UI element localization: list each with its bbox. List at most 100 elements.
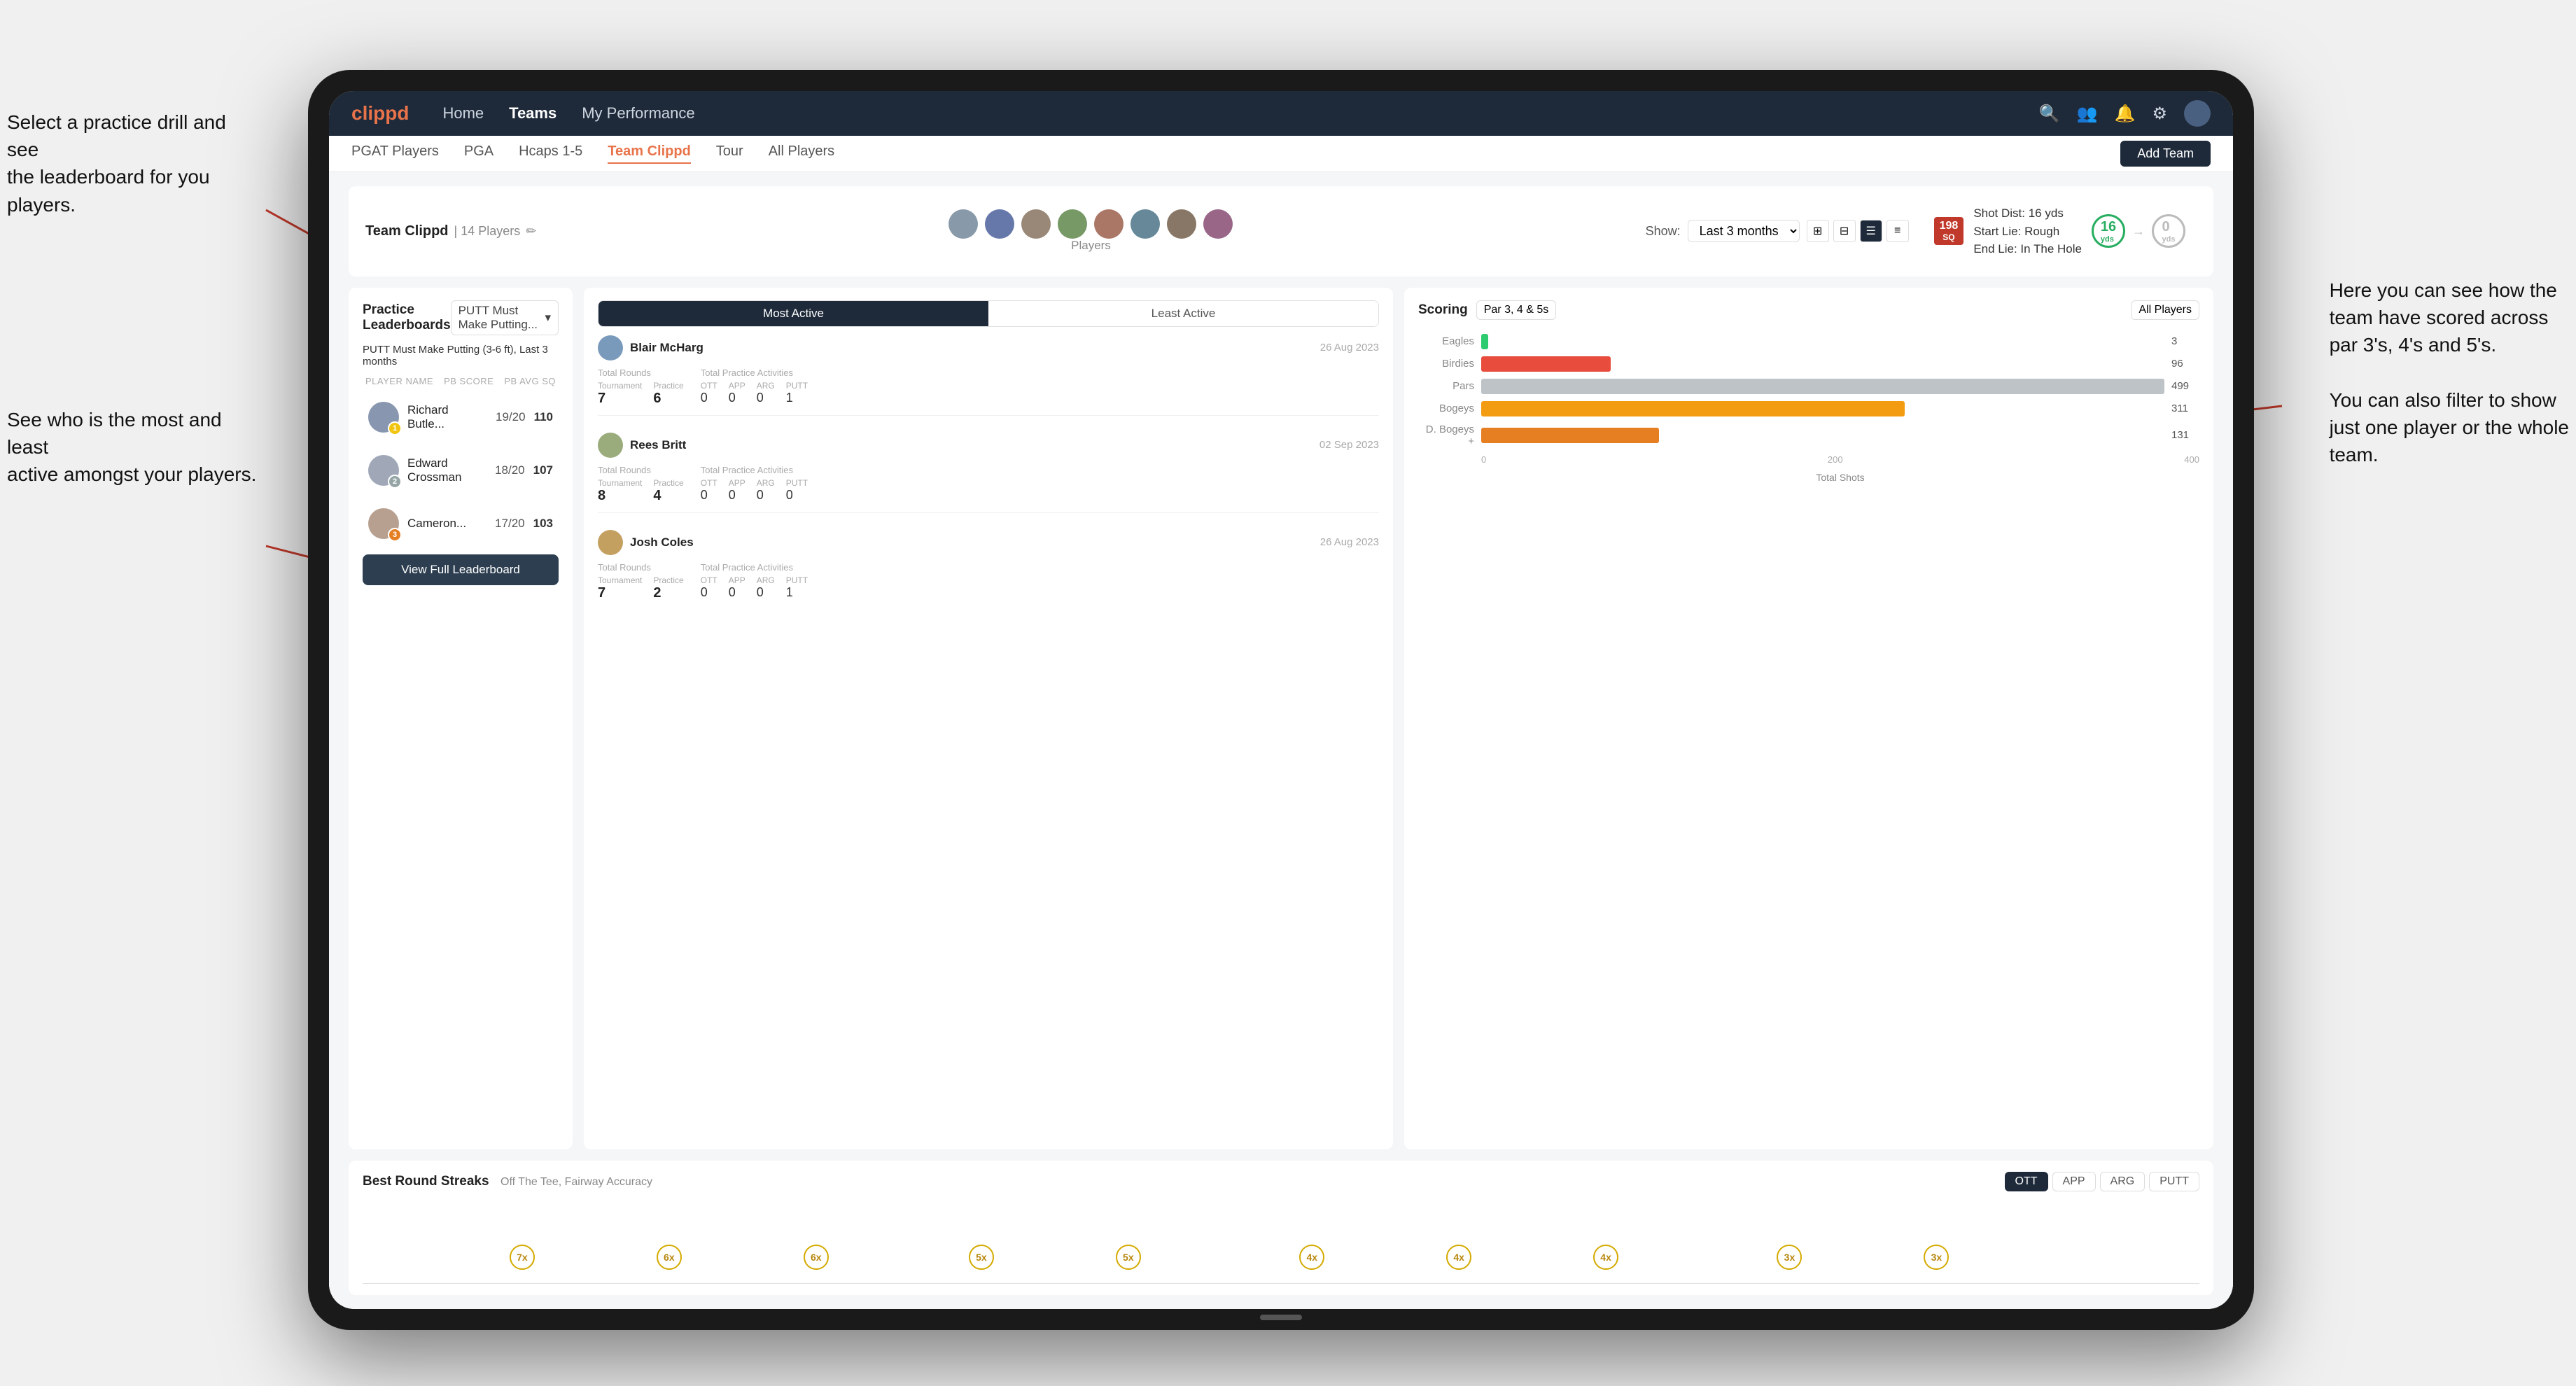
streak-chart-content: 7x 6x 6x 5x [363, 1200, 2199, 1270]
lb-player-1[interactable]: 1 Richard Butle... 19/20 110 [363, 395, 559, 440]
player-filter[interactable]: All Players [2131, 300, 2199, 320]
team-title: Team Clippd [365, 223, 449, 239]
streak-dot-circle-5: 5x [1116, 1245, 1141, 1270]
annotation-scoring: Here you can see how theteam have scored… [2330, 276, 2569, 468]
streak-dot-4[interactable]: 5x [969, 1245, 994, 1270]
search-icon[interactable]: 🔍 [2039, 104, 2060, 124]
ott-val-2: 0 [701, 488, 718, 503]
streak-dot-3[interactable]: 6x [804, 1245, 829, 1270]
drill-dropdown[interactable]: PUTT Must Make Putting... ▾ [451, 300, 559, 335]
streak-dot-circle-1: 7x [510, 1245, 535, 1270]
streak-dot-2[interactable]: 6x [657, 1245, 682, 1270]
sub-nav-all-players[interactable]: All Players [769, 144, 834, 164]
nav-my-performance[interactable]: My Performance [582, 104, 694, 122]
nav-home[interactable]: Home [442, 104, 484, 122]
ap-stats-2: Total Rounds Tournament 8 Practice 4 [598, 465, 1379, 504]
ap-stats-3: Total Rounds Tournament 7 Practice 2 [598, 562, 1379, 601]
view-grid-large[interactable]: ⊞ [1807, 220, 1829, 242]
activity-card: Most Active Least Active Blair McHarg 26… [584, 288, 1393, 1150]
tab-most-active[interactable]: Most Active [598, 301, 988, 326]
nav-teams[interactable]: Teams [509, 104, 556, 122]
annotation-practice-drill: Select a practice drill and seethe leade… [7, 108, 259, 218]
view-other[interactable]: ≡ [1886, 220, 1909, 242]
ap-stats-1: Total Rounds Tournament 7 Practice 6 [598, 368, 1379, 407]
player-avatar-1[interactable] [948, 209, 978, 239]
streak-dot-1[interactable]: 7x [510, 1245, 535, 1270]
ap-header-2: Rees Britt 02 Sep 2023 [598, 433, 1379, 458]
lb-avg-1: 110 [534, 410, 553, 424]
shot-circle-end: 0 yds [2152, 214, 2185, 248]
bogeys-bar [1481, 401, 1905, 416]
birdies-label: Birdies [1418, 358, 1474, 370]
add-team-button[interactable]: Add Team [2120, 141, 2211, 167]
sub-nav-tour[interactable]: Tour [716, 144, 743, 164]
tablet-home-button[interactable] [1260, 1315, 1302, 1320]
player-avatar-4[interactable] [1058, 209, 1087, 239]
score-axis: 0 200 400 [1418, 454, 2199, 465]
lb-score-3: 17/20 [495, 517, 525, 531]
settings-icon[interactable]: ⚙ [2152, 104, 2167, 124]
streak-dot-9[interactable]: 3x [1777, 1245, 1802, 1270]
ott-group-1: OTT 0 [701, 381, 718, 405]
streak-dot-circle-3: 6x [804, 1245, 829, 1270]
dbogeys-bar-container [1481, 428, 2164, 443]
ap-header-3: Josh Coles 26 Aug 2023 [598, 530, 1379, 555]
user-avatar[interactable] [2184, 100, 2211, 127]
view-list[interactable]: ☰ [1860, 220, 1882, 242]
view-grid-small[interactable]: ⊟ [1833, 220, 1856, 242]
bogeys-label: Bogeys [1418, 402, 1474, 414]
streak-dot-10[interactable]: 3x [1924, 1245, 1949, 1270]
edit-icon[interactable]: ✏ [526, 224, 536, 239]
putt-val-3: 1 [786, 585, 808, 600]
player-avatars [948, 209, 1233, 239]
total-rounds-group: Total Rounds Tournament 7 Practice 6 [598, 368, 684, 407]
score-row-dbogeys: D. Bogeys + 131 [1418, 424, 2199, 447]
tournament-val-2: 8 [598, 488, 642, 504]
app-group-1: APP 0 [729, 381, 746, 405]
player-avatar-8[interactable] [1203, 209, 1233, 239]
total-rounds-values: Tournament 7 Practice 6 [598, 381, 684, 407]
top-nav: clippd Home Teams My Performance 🔍 👥 🔔 ⚙ [329, 91, 2233, 136]
streak-subtitle: Off The Tee, Fairway Accuracy [500, 1176, 652, 1188]
sub-nav-pga[interactable]: PGA [464, 144, 493, 164]
ap-name-3: Josh Coles [630, 536, 694, 550]
people-icon[interactable]: 👥 [2077, 104, 2098, 124]
bell-icon[interactable]: 🔔 [2115, 104, 2136, 124]
sub-nav-hcaps[interactable]: Hcaps 1-5 [519, 144, 582, 164]
sub-nav-team-clippd[interactable]: Team Clippd [608, 144, 691, 164]
player-avatar-7[interactable] [1167, 209, 1196, 239]
arg-group-1: ARG 0 [757, 381, 775, 405]
lb-player-3[interactable]: 3 Cameron... 17/20 103 [363, 501, 559, 546]
streak-filters: OTT APP ARG PUTT [2005, 1172, 2199, 1191]
streak-filter-arg[interactable]: ARG [2100, 1172, 2146, 1191]
lb-avatar-1: 1 [368, 402, 399, 433]
eagles-value: 3 [2171, 335, 2199, 347]
tab-least-active[interactable]: Least Active [988, 301, 1378, 326]
birdies-bar [1481, 356, 1611, 372]
streak-dot-5[interactable]: 5x [1116, 1245, 1141, 1270]
streak-dot-8[interactable]: 4x [1593, 1245, 1618, 1270]
ap-avatar-1 [598, 335, 623, 360]
view-leaderboard-button[interactable]: View Full Leaderboard [363, 554, 559, 585]
player-avatar-5[interactable] [1094, 209, 1124, 239]
streak-dot-circle-10: 3x [1924, 1245, 1949, 1270]
player-avatar-6[interactable] [1130, 209, 1160, 239]
lb-info-1: Richard Butle... [407, 403, 487, 431]
sub-nav-pgat[interactable]: PGAT Players [351, 144, 439, 164]
pars-label: Pars [1418, 380, 1474, 392]
app-val-1: 0 [729, 391, 746, 405]
par-filter[interactable]: Par 3, 4 & 5s [1476, 300, 1557, 320]
player-avatar-3[interactable] [1021, 209, 1051, 239]
nav-links: Home Teams My Performance [442, 104, 2038, 122]
show-dropdown[interactable]: Last 3 months [1688, 220, 1800, 242]
lb-player-2[interactable]: 2 Edward Crossman 18/20 107 [363, 448, 559, 493]
streak-dot-7[interactable]: 4x [1446, 1245, 1471, 1270]
player-avatar-2[interactable] [985, 209, 1014, 239]
streak-filter-app[interactable]: APP [2052, 1172, 2096, 1191]
streak-filter-putt[interactable]: PUTT [2149, 1172, 2199, 1191]
streak-dot-6[interactable]: 4x [1299, 1245, 1324, 1270]
bogeys-value: 311 [2171, 402, 2199, 414]
practice-val-2: 4 [653, 488, 683, 504]
arg-val-3: 0 [757, 585, 775, 600]
streak-filter-ott[interactable]: OTT [2005, 1172, 2048, 1191]
